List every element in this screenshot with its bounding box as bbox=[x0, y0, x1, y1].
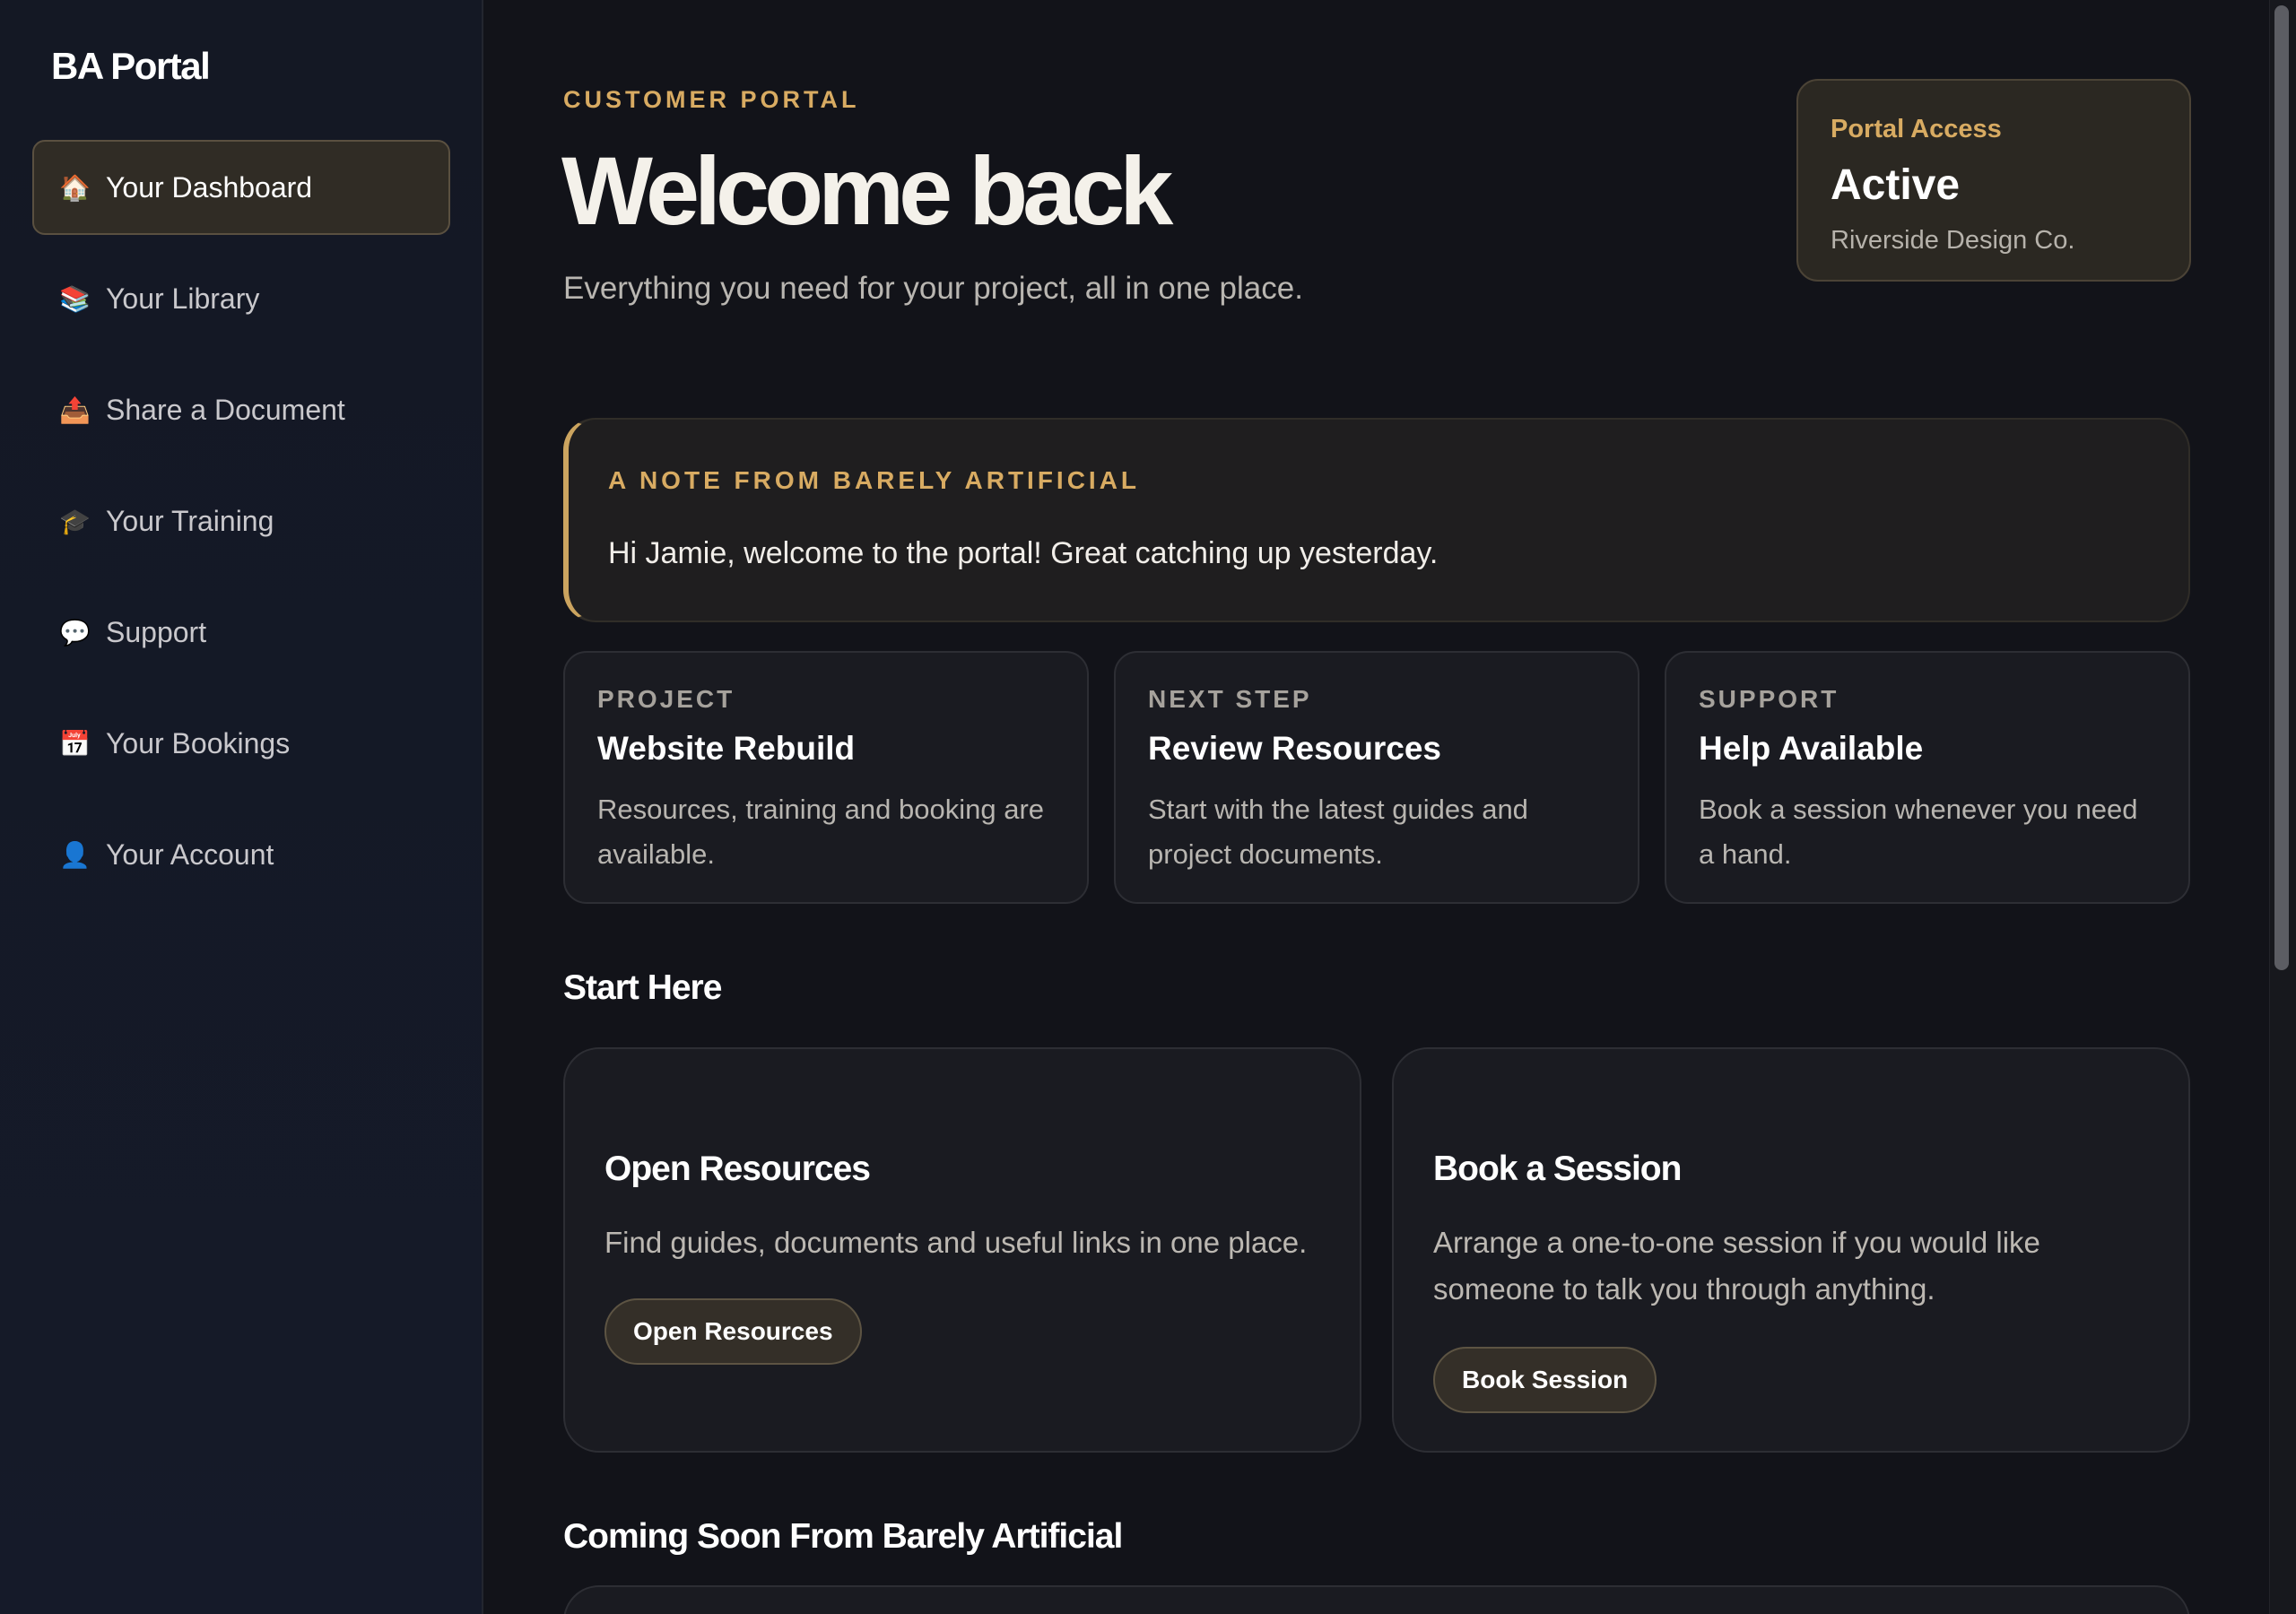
speech-bubble-icon: 💬 bbox=[59, 618, 91, 646]
action-card-booking: Book a Session Arrange a one-to-one sess… bbox=[1392, 1047, 2190, 1453]
scrollbar-thumb[interactable] bbox=[2274, 5, 2289, 970]
section-title-coming-soon: Coming Soon From Barely Artificial bbox=[563, 1517, 1123, 1556]
action-card-title: Open Resources bbox=[604, 1150, 871, 1188]
info-card-label: PROJECT bbox=[597, 685, 735, 713]
info-cards: PROJECT Website Rebuild Resources, train… bbox=[563, 651, 2190, 904]
portal-access-status: Active bbox=[1831, 161, 1961, 209]
info-card-text: Resources, training and booking are avai… bbox=[597, 794, 1045, 870]
sidebar-item-label: Support bbox=[106, 615, 207, 648]
user-icon: 👤 bbox=[59, 840, 91, 869]
note-banner: A NOTE FROM BARELY ARTIFICIAL Hi Jamie, … bbox=[563, 418, 2190, 622]
sidebar-item-account[interactable]: 👤 Your Account bbox=[32, 807, 450, 902]
open-resources-button[interactable]: Open Resources bbox=[604, 1298, 862, 1365]
portal-access-company: Riverside Design Co. bbox=[1831, 226, 2075, 255]
page-eyebrow: CUSTOMER PORTAL bbox=[563, 86, 860, 113]
page-subtitle: Everything you need for your project, al… bbox=[563, 271, 1303, 306]
info-card-support: SUPPORT Help Available Book a session wh… bbox=[1665, 651, 2190, 904]
graduation-cap-icon: 🎓 bbox=[59, 507, 91, 535]
info-card-title: Review Resources bbox=[1148, 730, 1442, 767]
sidebar-item-bookings[interactable]: 📅 Your Bookings bbox=[32, 696, 450, 791]
sidebar-item-label: Your Library bbox=[106, 282, 260, 315]
books-icon: 📚 bbox=[59, 284, 91, 313]
book-session-button[interactable]: Book Session bbox=[1433, 1347, 1657, 1413]
brand-logo[interactable]: BA Portal bbox=[51, 45, 211, 88]
info-card-label: NEXT STEP bbox=[1148, 685, 1312, 713]
info-card-project: PROJECT Website Rebuild Resources, train… bbox=[563, 651, 1089, 904]
action-card-text: Find guides, documents and useful links … bbox=[604, 1226, 1308, 1259]
note-label: A NOTE FROM BARELY ARTIFICIAL bbox=[608, 466, 1141, 494]
info-card-label: SUPPORT bbox=[1699, 685, 1839, 713]
sidebar-item-label: Share a Document bbox=[106, 393, 345, 426]
sidebar-item-training[interactable]: 🎓 Your Training bbox=[32, 473, 450, 568]
sidebar-item-label: Your Bookings bbox=[106, 726, 291, 759]
sidebar-item-support[interactable]: 💬 Support bbox=[32, 585, 450, 680]
section-title-start-here: Start Here bbox=[563, 968, 722, 1007]
info-card-next-step: NEXT STEP Review Resources Start with th… bbox=[1114, 651, 1639, 904]
sidebar-item-library[interactable]: 📚 Your Library bbox=[32, 251, 450, 346]
coming-soon-card bbox=[563, 1585, 2190, 1614]
sidebar-item-dashboard[interactable]: 🏠 Your Dashboard bbox=[32, 140, 450, 235]
outbox-tray-icon: 📤 bbox=[59, 395, 91, 424]
sidebar-item-label: Your Dashboard bbox=[106, 170, 313, 204]
sidebar-nav: 🏠 Your Dashboard 📚 Your Library 📤 Share … bbox=[32, 140, 450, 918]
sidebar-item-share-document[interactable]: 📤 Share a Document bbox=[32, 362, 450, 457]
sidebar-item-label: Your Training bbox=[106, 504, 274, 537]
sidebar-item-label: Your Account bbox=[106, 837, 274, 871]
action-card-resources: Open Resources Find guides, documents an… bbox=[563, 1047, 1361, 1453]
calendar-icon: 📅 bbox=[59, 729, 91, 758]
action-card-title: Book a Session bbox=[1433, 1150, 1682, 1188]
house-icon: 🏠 bbox=[59, 173, 91, 202]
page-title: Welcome back bbox=[561, 136, 1173, 245]
sidebar: BA Portal 🏠 Your Dashboard 📚 Your Librar… bbox=[0, 0, 483, 1614]
info-card-title: Help Available bbox=[1699, 730, 1924, 767]
note-text: Hi Jamie, welcome to the portal! Great c… bbox=[608, 536, 1439, 570]
action-card-text: Arrange a one-to-one session if you woul… bbox=[1433, 1226, 2040, 1306]
info-card-text: Book a session whenever you need a hand. bbox=[1699, 794, 2138, 870]
portal-access-card: Portal Access Active Riverside Design Co… bbox=[1796, 79, 2191, 282]
portal-access-label: Portal Access bbox=[1831, 115, 2002, 143]
info-card-text: Start with the latest guides and project… bbox=[1148, 794, 1528, 870]
info-card-title: Website Rebuild bbox=[597, 730, 856, 767]
